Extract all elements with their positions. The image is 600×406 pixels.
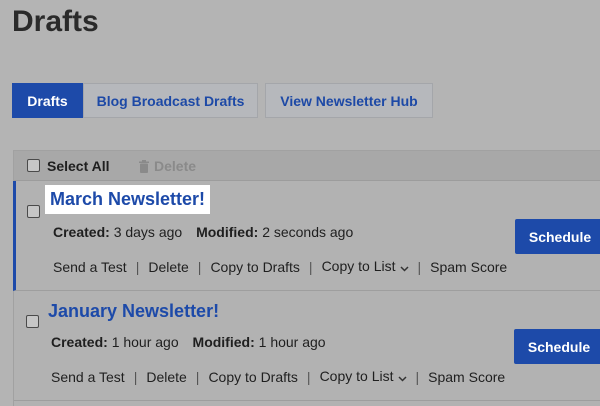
- draft-checkbox[interactable]: [27, 205, 40, 218]
- delete-link[interactable]: Delete: [148, 259, 188, 275]
- copy-to-list-label: Copy to List: [319, 368, 394, 384]
- page-title: Drafts: [12, 5, 99, 38]
- created-value: 3 days ago: [113, 224, 183, 240]
- action-separator: |: [306, 368, 311, 385]
- created-label: Created:: [53, 224, 110, 240]
- draft-row: January Newsletter! Created: 1 hour ago …: [14, 291, 600, 401]
- action-separator: |: [417, 258, 422, 275]
- modified-label: Modified:: [196, 224, 259, 240]
- chevron-down-icon: [397, 369, 407, 385]
- delete-link[interactable]: Delete: [146, 369, 186, 385]
- select-all-label[interactable]: Select All: [47, 158, 110, 174]
- action-separator: |: [195, 368, 200, 385]
- delete-selected-label: Delete: [154, 158, 197, 174]
- action-separator: |: [197, 258, 202, 275]
- spam-score-link[interactable]: Spam Score: [428, 369, 505, 385]
- copy-to-list-label: Copy to List: [321, 258, 396, 274]
- copy-to-drafts-link[interactable]: Copy to Drafts: [208, 369, 297, 385]
- copy-to-list-dropdown[interactable]: Copy to List: [320, 368, 407, 385]
- copy-to-drafts-link[interactable]: Copy to Drafts: [210, 259, 299, 275]
- draft-row: March Newsletter! Created: 3 days ago Mo…: [13, 181, 600, 291]
- draft-meta: Created: 3 days ago Modified: 2 seconds …: [53, 224, 353, 240]
- tab-blog-broadcast-drafts[interactable]: Blog Broadcast Drafts: [83, 83, 258, 118]
- schedule-button[interactable]: Schedule: [514, 329, 600, 364]
- action-separator: |: [135, 258, 140, 275]
- view-newsletter-hub-button[interactable]: View Newsletter Hub: [265, 83, 433, 118]
- modified-value: 2 seconds ago: [262, 224, 354, 240]
- drafts-list: Select All Delete March Newsletter! Crea…: [13, 150, 600, 406]
- send-test-link[interactable]: Send a Test: [53, 259, 127, 275]
- list-header: Select All Delete: [14, 151, 600, 181]
- draft-checkbox[interactable]: [26, 315, 39, 328]
- created-label: Created:: [51, 334, 108, 350]
- chevron-down-icon: [399, 259, 409, 275]
- draft-actions: Send a Test | Delete | Copy to Drafts | …: [53, 258, 507, 275]
- modified-label: Modified:: [192, 334, 255, 350]
- draft-actions: Send a Test | Delete | Copy to Drafts | …: [51, 368, 505, 385]
- action-separator: |: [133, 368, 138, 385]
- tab-drafts[interactable]: Drafts: [12, 83, 83, 118]
- send-test-link[interactable]: Send a Test: [51, 369, 125, 385]
- select-all-checkbox[interactable]: [27, 159, 40, 172]
- schedule-button[interactable]: Schedule: [515, 219, 600, 254]
- draft-meta: Created: 1 hour ago Modified: 1 hour ago: [51, 334, 326, 350]
- action-separator: |: [308, 258, 313, 275]
- copy-to-list-dropdown[interactable]: Copy to List: [322, 258, 409, 275]
- trash-icon: [139, 159, 149, 173]
- draft-title-link[interactable]: March Newsletter!: [45, 185, 211, 214]
- delete-selected-button[interactable]: Delete: [139, 158, 196, 174]
- spam-score-link[interactable]: Spam Score: [430, 259, 507, 275]
- action-separator: |: [415, 368, 420, 385]
- draft-title-link[interactable]: January Newsletter!: [45, 300, 222, 323]
- created-value: 1 hour ago: [111, 334, 179, 350]
- modified-value: 1 hour ago: [258, 334, 326, 350]
